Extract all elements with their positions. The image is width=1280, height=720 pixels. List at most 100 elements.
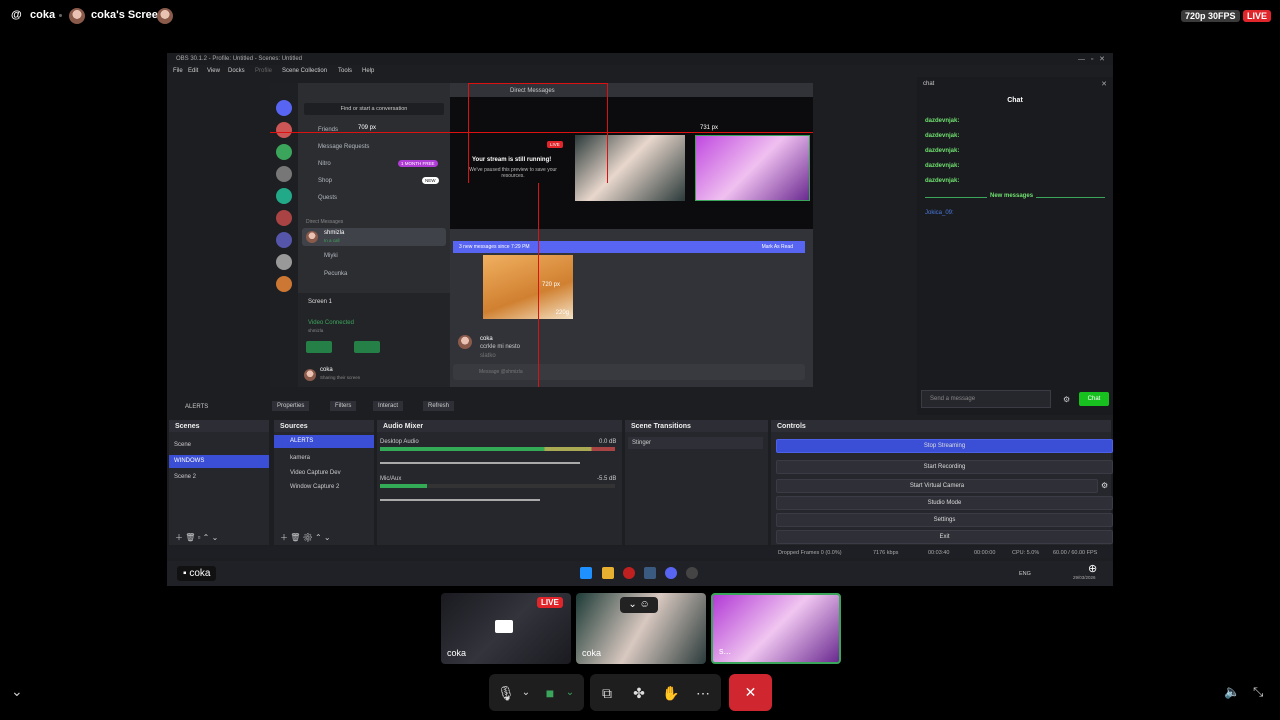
- discord-home-icon[interactable]: [276, 100, 292, 116]
- windows-taskbar: ▪ coka ENG 29/03/2026 ⊕: [167, 561, 1113, 586]
- menu-docks[interactable]: Docks: [228, 68, 245, 74]
- user-status: Sharing their screen: [320, 375, 361, 380]
- source-item-selected[interactable]: ALERTS: [274, 435, 374, 448]
- obs-icon[interactable]: [623, 567, 635, 579]
- new-messages-label: New messages: [987, 193, 1037, 199]
- server-icon[interactable]: [276, 254, 292, 270]
- server-icon[interactable]: [276, 210, 292, 226]
- volume-icon[interactable]: 🔈: [1224, 684, 1240, 700]
- nav-quests[interactable]: Quests: [318, 195, 337, 201]
- volume-slider[interactable]: [380, 499, 540, 501]
- settings-button[interactable]: Settings: [776, 513, 1113, 527]
- menu-file[interactable]: File: [173, 68, 183, 74]
- soundboard-icon[interactable]: ✋: [662, 684, 680, 702]
- scene-item[interactable]: Scene: [174, 442, 191, 448]
- start-virtual-camera-button[interactable]: Start Virtual Camera: [776, 479, 1098, 493]
- refresh-button[interactable]: Refresh: [423, 401, 455, 411]
- server-icon[interactable]: [276, 232, 292, 248]
- interact-button[interactable]: Interact: [373, 401, 404, 411]
- menu-tools[interactable]: Tools: [338, 68, 352, 74]
- screen-share-icon[interactable]: ⧉: [598, 684, 616, 702]
- chrome-icon[interactable]: [686, 567, 698, 579]
- scene-item-selected[interactable]: WINDOWS: [169, 455, 269, 468]
- fps: 60.00 / 60.00 FPS: [1053, 550, 1098, 556]
- stream-subtitle: We've paused this preview to save your r…: [469, 167, 557, 179]
- discord-icon[interactable]: [665, 567, 677, 579]
- studio-mode-button[interactable]: Studio Mode: [776, 496, 1113, 510]
- steam-icon[interactable]: [644, 567, 656, 579]
- language-indicator[interactable]: ENG: [1019, 571, 1031, 577]
- shared-screen[interactable]: OBS 30.1.2 - Profile: Untitled - Scenes:…: [167, 53, 1113, 586]
- participant-tile[interactable]: LIVE coka: [441, 593, 571, 664]
- source-item[interactable]: Video Capture Dev: [290, 470, 341, 476]
- fullscreen-exit-icon[interactable]: ⤡: [1253, 684, 1263, 700]
- menu-help[interactable]: Help: [362, 68, 374, 74]
- start-recording-button[interactable]: Start Recording: [776, 460, 1113, 474]
- video-tile-1[interactable]: [575, 135, 685, 201]
- new-messages-bar[interactable]: 3 new messages since 7:29 PM Mark As Rea…: [453, 241, 805, 253]
- end-call-button[interactable]: ✕: [729, 674, 772, 711]
- scene-label: WINDOWS: [174, 458, 205, 464]
- transition-select[interactable]: Stinger: [628, 437, 763, 449]
- new-messages-text: 3 new messages since 7:29 PM: [459, 244, 530, 250]
- channel-name[interactable]: coka: [30, 9, 55, 21]
- chat-dock: chat ✕ Chat dazdevnjak: dazdevnjak: dazd…: [917, 77, 1113, 415]
- server-icon[interactable]: [276, 122, 292, 138]
- screen-share-button[interactable]: [354, 341, 380, 353]
- menu-edit[interactable]: Edit: [188, 68, 198, 74]
- stop-streaming-button[interactable]: Stop Streaming: [776, 439, 1113, 453]
- dm-item-active[interactable]: shmizla In a call: [302, 228, 446, 246]
- activities-icon[interactable]: ✤: [630, 684, 648, 702]
- discord-search[interactable]: Find or start a conversation: [304, 103, 444, 115]
- properties-button[interactable]: Properties: [272, 401, 310, 411]
- chat-line: dazdevnjak:: [925, 163, 960, 169]
- message-input[interactable]: Message @shmizla: [453, 364, 805, 380]
- chevron-down-icon[interactable]: ⌄: [561, 684, 579, 702]
- source-toolbar-buttons[interactable]: ＋ 🗑 ⚙ ⌃ ⌄: [280, 532, 331, 543]
- nav-shop[interactable]: Shop: [318, 178, 332, 184]
- chevron-down-icon[interactable]: ⌄: [11, 683, 23, 700]
- people-icon[interactable]: ⌄ ☺: [620, 597, 658, 613]
- server-icon[interactable]: [276, 276, 292, 292]
- panel-header: Scenes: [169, 420, 269, 432]
- participant-tile[interactable]: ⌄ ☺ coka: [576, 593, 706, 664]
- gear-icon[interactable]: ⚙: [1101, 481, 1108, 490]
- camera-button[interactable]: [306, 341, 332, 353]
- server-icon[interactable]: [276, 166, 292, 182]
- filters-button[interactable]: Filters: [330, 401, 357, 411]
- mark-read-link[interactable]: Mark As Read: [762, 241, 793, 253]
- more-icon[interactable]: ⋯: [694, 684, 712, 702]
- obs-preview[interactable]: Find or start a conversation Friends Mes…: [270, 83, 813, 387]
- menu-view[interactable]: View: [207, 68, 220, 74]
- server-icon[interactable]: [276, 144, 292, 160]
- exit-button[interactable]: Exit: [776, 530, 1113, 544]
- microphone-icon[interactable]: 🎙: [497, 684, 515, 702]
- nav-nitro[interactable]: Nitro: [318, 161, 331, 167]
- bitrate: 7176 kbps: [873, 550, 899, 556]
- volume-slider[interactable]: [380, 462, 580, 464]
- av-controls: 🎙 ⌄ ■ ⌄: [489, 674, 584, 711]
- zoom-icon[interactable]: ⊕: [1088, 562, 1097, 575]
- menu-scene-collection[interactable]: Scene Collection: [282, 68, 327, 74]
- server-icon[interactable]: [276, 188, 292, 204]
- camera-icon[interactable]: ■: [541, 684, 559, 702]
- start-icon[interactable]: [580, 567, 592, 579]
- menu-profile[interactable]: Profile: [255, 68, 272, 74]
- screen-owner-label: ▪ coka: [177, 566, 217, 581]
- dm-name[interactable]: Pecunka: [324, 271, 347, 277]
- window-controls[interactable]: — ▫ ✕: [1078, 55, 1105, 63]
- dock-title: chat: [923, 81, 935, 87]
- scene-item[interactable]: Scene 2: [174, 474, 196, 480]
- source-item[interactable]: Window Capture 2: [290, 484, 339, 490]
- chevron-down-icon[interactable]: ⌄: [517, 684, 535, 702]
- scene-toolbar[interactable]: ＋ 🗑 ▫ ⌃ ⌄: [175, 532, 218, 543]
- separator-dot: [59, 14, 62, 17]
- dm-name[interactable]: Miyki: [324, 253, 338, 259]
- folder-icon[interactable]: [602, 567, 614, 579]
- video-tile-2[interactable]: [695, 135, 810, 201]
- source-item[interactable]: kamera: [290, 455, 310, 461]
- participant-tile-active[interactable]: s...: [711, 593, 841, 664]
- scenes-panel: Scenes Scene WINDOWS Scene 2 ＋ 🗑 ▫ ⌃ ⌄: [169, 420, 269, 545]
- nav-message-requests[interactable]: Message Requests: [318, 144, 369, 150]
- close-icon[interactable]: ✕: [1101, 80, 1107, 88]
